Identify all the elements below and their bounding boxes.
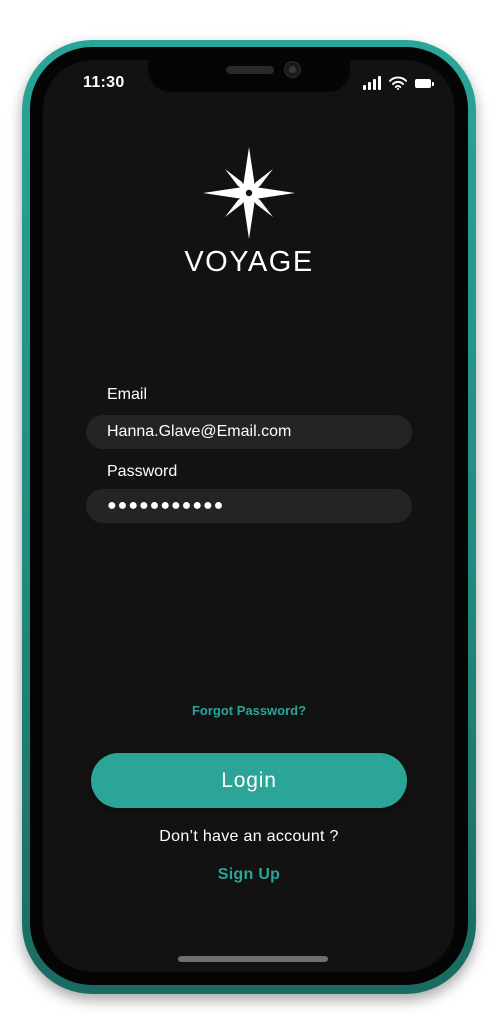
password-label: Password (107, 463, 178, 480)
speaker-grille (226, 66, 274, 74)
battery-icon (415, 78, 434, 88)
status-icons (363, 74, 434, 92)
home-indicator[interactable] (178, 956, 328, 962)
front-camera-icon (284, 61, 301, 78)
wifi-icon (389, 76, 407, 90)
forgot-password-link[interactable]: Forgot Password? (43, 703, 455, 718)
app-name: VOYAGE (184, 246, 314, 278)
account-prompt: Don’t have an account ? (159, 828, 339, 845)
status-time: 11:30 (83, 74, 125, 91)
email-label: Email (107, 386, 148, 403)
camera-notch (148, 60, 350, 92)
password-field[interactable]: ●●●●●●●●●●● (86, 489, 412, 523)
login-button[interactable]: Login (91, 753, 407, 808)
compass-star-icon (203, 147, 295, 239)
signal-icon (363, 76, 381, 90)
signup-link[interactable]: Sign Up (43, 866, 455, 884)
login-screen: 11:30 VOYAGE Email Hanna.Glave@Email.com… (43, 60, 455, 972)
email-field[interactable]: Hanna.Glave@Email.com (86, 415, 412, 449)
